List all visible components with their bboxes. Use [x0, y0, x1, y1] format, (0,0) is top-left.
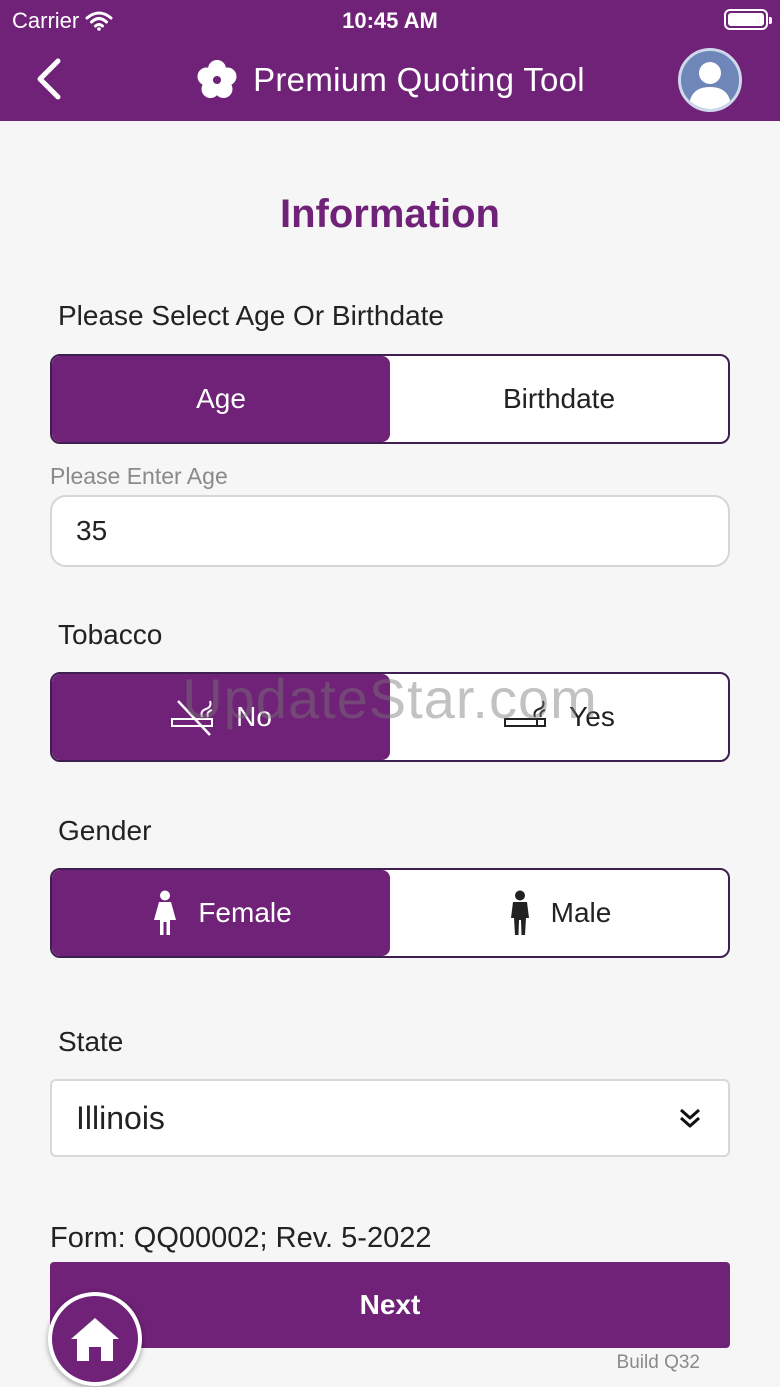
tobacco-no-label: No — [236, 701, 272, 732]
tobacco-toggle: No Yes — [50, 672, 730, 762]
age-input[interactable] — [50, 495, 730, 567]
birthdate-option[interactable]: Birthdate — [390, 356, 728, 442]
tobacco-yes-label: Yes — [569, 701, 615, 732]
status-bar: Carrier 10:45 AM — [0, 0, 780, 40]
age-option[interactable]: Age — [52, 356, 390, 442]
form-revision-info: Form: QQ00002; Rev. 5-2022 — [50, 1222, 432, 1254]
profile-avatar-button[interactable] — [678, 48, 742, 112]
gender-toggle: Female Male — [50, 868, 730, 958]
state-section-label: State — [58, 1026, 124, 1057]
app-title: Premium Quoting Tool — [253, 61, 585, 98]
no-smoking-icon — [171, 700, 214, 736]
build-label: Build Q32 — [616, 1352, 700, 1373]
female-icon — [154, 890, 177, 935]
gender-section-label: Gender — [58, 815, 152, 846]
age-birthdate-toggle: Age Birthdate — [50, 354, 730, 444]
gender-male-option[interactable]: Male — [390, 870, 728, 956]
male-icon — [510, 890, 529, 935]
age-section-label: Please Select Age Or Birthdate — [58, 300, 444, 331]
status-time: 10:45 AM — [342, 8, 438, 33]
double-chevron-down-icon — [680, 1108, 700, 1128]
tobacco-no-option[interactable]: No — [52, 674, 390, 760]
state-select[interactable]: Illinois — [50, 1079, 730, 1157]
page-title: Information — [280, 192, 500, 236]
smoking-icon — [504, 700, 547, 727]
gender-female-label: Female — [198, 897, 292, 928]
home-icon — [71, 1318, 119, 1361]
home-button[interactable] — [48, 1292, 142, 1386]
next-button[interactable]: Next — [50, 1262, 730, 1348]
next-button-label: Next — [359, 1289, 421, 1320]
gender-male-label: Male — [550, 897, 612, 928]
battery-icon — [724, 9, 772, 30]
age-option-label: Age — [196, 383, 246, 414]
gender-female-option[interactable]: Female — [52, 870, 390, 956]
tobacco-yes-option[interactable]: Yes — [390, 674, 728, 760]
user-avatar-icon — [689, 62, 731, 109]
header-title-group: Premium Quoting Tool — [0, 58, 780, 102]
tobacco-section-label: Tobacco — [58, 619, 163, 650]
top-bar: Carrier 10:45 AM Premium Quoting Tool — [0, 0, 780, 121]
birthdate-option-label: Birthdate — [502, 383, 616, 414]
state-value: Illinois — [76, 1099, 165, 1136]
age-input-caption: Please Enter Age — [50, 463, 228, 489]
flower-icon — [197, 60, 237, 98]
